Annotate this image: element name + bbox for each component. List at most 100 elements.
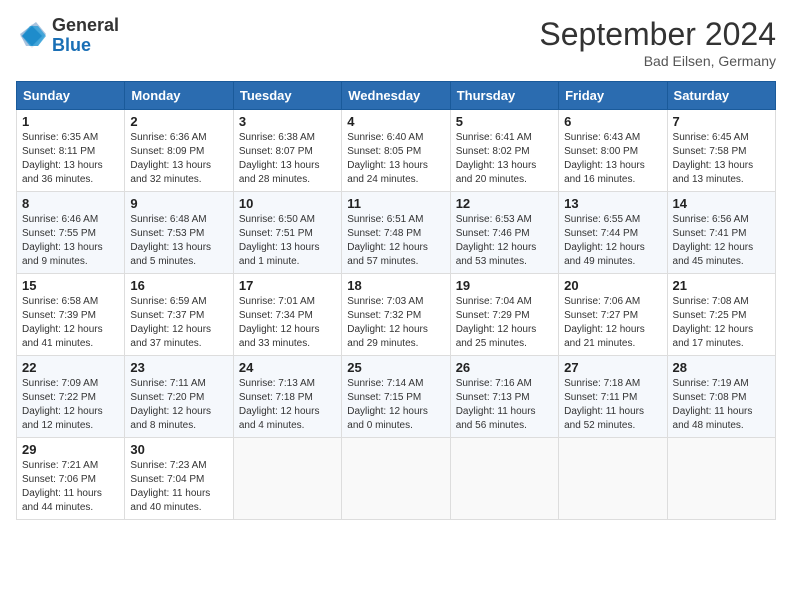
day-info: Sunrise: 7:09 AM Sunset: 7:22 PM Dayligh… <box>22 377 119 433</box>
day-number: 26 <box>456 360 553 375</box>
calendar-cell <box>233 438 341 520</box>
day-number: 22 <box>22 360 119 375</box>
calendar-cell: 17 Sunrise: 7:01 AM Sunset: 7:34 PM Dayli… <box>233 274 341 356</box>
day-info: Sunrise: 6:43 AM Sunset: 8:00 PM Dayligh… <box>564 131 661 187</box>
calendar-cell: 6 Sunrise: 6:43 AM Sunset: 8:00 PM Daylig… <box>559 110 667 192</box>
day-info: Sunrise: 6:51 AM Sunset: 7:48 PM Dayligh… <box>347 213 444 269</box>
day-number: 9 <box>130 196 227 211</box>
month-title: September 2024 <box>539 16 776 53</box>
calendar-cell: 23Sunrise: 7:11 AM Sunset: 7:20 PM Dayli… <box>125 356 233 438</box>
calendar-cell: 26 Sunrise: 7:16 AM Sunset: 7:13 PM Dayli… <box>450 356 558 438</box>
day-info: Sunrise: 7:21 AM Sunset: 7:06 PM Dayligh… <box>22 459 119 515</box>
day-number: 28 <box>673 360 770 375</box>
calendar-cell: 27Sunrise: 7:18 AM Sunset: 7:11 PM Dayli… <box>559 356 667 438</box>
calendar-cell: 14Sunrise: 6:56 AM Sunset: 7:41 PM Dayli… <box>667 192 775 274</box>
calendar-week-row: 1Sunrise: 6:35 AM Sunset: 8:11 PM Daylig… <box>17 110 776 192</box>
logo-general-text: General <box>52 15 119 35</box>
calendar-cell: 7 Sunrise: 6:45 AM Sunset: 7:58 PM Daylig… <box>667 110 775 192</box>
calendar-cell <box>559 438 667 520</box>
day-number: 13 <box>564 196 661 211</box>
day-info: Sunrise: 6:48 AM Sunset: 7:53 PM Dayligh… <box>130 213 227 269</box>
calendar-week-row: 22 Sunrise: 7:09 AM Sunset: 7:22 PM Dayli… <box>17 356 776 438</box>
day-number: 15 <box>22 278 119 293</box>
day-info: Sunrise: 6:58 AM Sunset: 7:39 PM Dayligh… <box>22 295 119 351</box>
day-info: Sunrise: 7:04 AM Sunset: 7:29 PM Dayligh… <box>456 295 553 351</box>
day-info: Sunrise: 7:03 AM Sunset: 7:32 PM Dayligh… <box>347 295 444 351</box>
calendar-cell: 22 Sunrise: 7:09 AM Sunset: 7:22 PM Dayli… <box>17 356 125 438</box>
calendar-cell: 13 Sunrise: 6:55 AM Sunset: 7:44 PM Dayli… <box>559 192 667 274</box>
day-number: 18 <box>347 278 444 293</box>
day-number: 10 <box>239 196 336 211</box>
day-number: 25 <box>347 360 444 375</box>
day-number: 27 <box>564 360 661 375</box>
day-info: Sunrise: 6:46 AM Sunset: 7:55 PM Dayligh… <box>22 213 119 269</box>
day-number: 17 <box>239 278 336 293</box>
calendar-cell: 11 Sunrise: 6:51 AM Sunset: 7:48 PM Dayli… <box>342 192 450 274</box>
calendar-table: SundayMondayTuesdayWednesdayThursdayFrid… <box>16 81 776 520</box>
weekday-header: Wednesday <box>342 82 450 110</box>
calendar-week-row: 29 Sunrise: 7:21 AM Sunset: 7:06 PM Dayli… <box>17 438 776 520</box>
calendar-cell <box>450 438 558 520</box>
calendar-cell: 29 Sunrise: 7:21 AM Sunset: 7:06 PM Dayli… <box>17 438 125 520</box>
day-number: 6 <box>564 114 661 129</box>
calendar-week-row: 15 Sunrise: 6:58 AM Sunset: 7:39 PM Dayli… <box>17 274 776 356</box>
day-info: Sunrise: 7:14 AM Sunset: 7:15 PM Dayligh… <box>347 377 444 433</box>
day-info: Sunrise: 6:41 AM Sunset: 8:02 PM Dayligh… <box>456 131 553 187</box>
calendar-cell: 10 Sunrise: 6:50 AM Sunset: 7:51 PM Dayli… <box>233 192 341 274</box>
logo: General Blue <box>16 16 119 56</box>
calendar-cell: 25 Sunrise: 7:14 AM Sunset: 7:15 PM Dayli… <box>342 356 450 438</box>
day-info: Sunrise: 6:45 AM Sunset: 7:58 PM Dayligh… <box>673 131 770 187</box>
day-info: Sunrise: 6:50 AM Sunset: 7:51 PM Dayligh… <box>239 213 336 269</box>
location-text: Bad Eilsen, Germany <box>539 53 776 69</box>
day-number: 3 <box>239 114 336 129</box>
calendar-cell: 16 Sunrise: 6:59 AM Sunset: 7:37 PM Dayli… <box>125 274 233 356</box>
day-number: 7 <box>673 114 770 129</box>
calendar-cell <box>667 438 775 520</box>
calendar-cell: 12Sunrise: 6:53 AM Sunset: 7:46 PM Dayli… <box>450 192 558 274</box>
day-number: 16 <box>130 278 227 293</box>
day-number: 30 <box>130 442 227 457</box>
day-info: Sunrise: 6:36 AM Sunset: 8:09 PM Dayligh… <box>130 131 227 187</box>
day-info: Sunrise: 7:06 AM Sunset: 7:27 PM Dayligh… <box>564 295 661 351</box>
day-info: Sunrise: 7:23 AM Sunset: 7:04 PM Dayligh… <box>130 459 227 515</box>
calendar-cell: 30 Sunrise: 7:23 AM Sunset: 7:04 PM Dayli… <box>125 438 233 520</box>
day-number: 4 <box>347 114 444 129</box>
calendar-cell: 1Sunrise: 6:35 AM Sunset: 8:11 PM Daylig… <box>17 110 125 192</box>
day-info: Sunrise: 6:38 AM Sunset: 8:07 PM Dayligh… <box>239 131 336 187</box>
calendar-cell: 9 Sunrise: 6:48 AM Sunset: 7:53 PM Daylig… <box>125 192 233 274</box>
weekday-header: Saturday <box>667 82 775 110</box>
day-info: Sunrise: 6:53 AM Sunset: 7:46 PM Dayligh… <box>456 213 553 269</box>
weekday-header: Sunday <box>17 82 125 110</box>
calendar-cell: 20Sunrise: 7:06 AM Sunset: 7:27 PM Dayli… <box>559 274 667 356</box>
day-info: Sunrise: 7:11 AM Sunset: 7:20 PM Dayligh… <box>130 377 227 433</box>
calendar-cell: 28Sunrise: 7:19 AM Sunset: 7:08 PM Dayli… <box>667 356 775 438</box>
day-number: 29 <box>22 442 119 457</box>
weekday-header: Thursday <box>450 82 558 110</box>
logo-blue-text: Blue <box>52 35 91 55</box>
page-header: General Blue September 2024 Bad Eilsen, … <box>16 16 776 69</box>
day-number: 5 <box>456 114 553 129</box>
calendar-cell: 4Sunrise: 6:40 AM Sunset: 8:05 PM Daylig… <box>342 110 450 192</box>
calendar-cell: 3 Sunrise: 6:38 AM Sunset: 8:07 PM Daylig… <box>233 110 341 192</box>
calendar-cell: 18 Sunrise: 7:03 AM Sunset: 7:32 PM Dayli… <box>342 274 450 356</box>
day-info: Sunrise: 7:16 AM Sunset: 7:13 PM Dayligh… <box>456 377 553 433</box>
calendar-week-row: 8 Sunrise: 6:46 AM Sunset: 7:55 PM Daylig… <box>17 192 776 274</box>
calendar-header-row: SundayMondayTuesdayWednesdayThursdayFrid… <box>17 82 776 110</box>
calendar-cell: 21Sunrise: 7:08 AM Sunset: 7:25 PM Dayli… <box>667 274 775 356</box>
day-info: Sunrise: 7:13 AM Sunset: 7:18 PM Dayligh… <box>239 377 336 433</box>
day-number: 1 <box>22 114 119 129</box>
day-number: 19 <box>456 278 553 293</box>
day-number: 11 <box>347 196 444 211</box>
weekday-header: Tuesday <box>233 82 341 110</box>
weekday-header: Friday <box>559 82 667 110</box>
day-info: Sunrise: 7:01 AM Sunset: 7:34 PM Dayligh… <box>239 295 336 351</box>
day-info: Sunrise: 7:08 AM Sunset: 7:25 PM Dayligh… <box>673 295 770 351</box>
calendar-cell: 24 Sunrise: 7:13 AM Sunset: 7:18 PM Dayli… <box>233 356 341 438</box>
day-info: Sunrise: 6:59 AM Sunset: 7:37 PM Dayligh… <box>130 295 227 351</box>
day-info: Sunrise: 6:55 AM Sunset: 7:44 PM Dayligh… <box>564 213 661 269</box>
calendar-cell: 2Sunrise: 6:36 AM Sunset: 8:09 PM Daylig… <box>125 110 233 192</box>
day-number: 8 <box>22 196 119 211</box>
calendar-cell: 8 Sunrise: 6:46 AM Sunset: 7:55 PM Daylig… <box>17 192 125 274</box>
day-number: 24 <box>239 360 336 375</box>
day-info: Sunrise: 6:56 AM Sunset: 7:41 PM Dayligh… <box>673 213 770 269</box>
